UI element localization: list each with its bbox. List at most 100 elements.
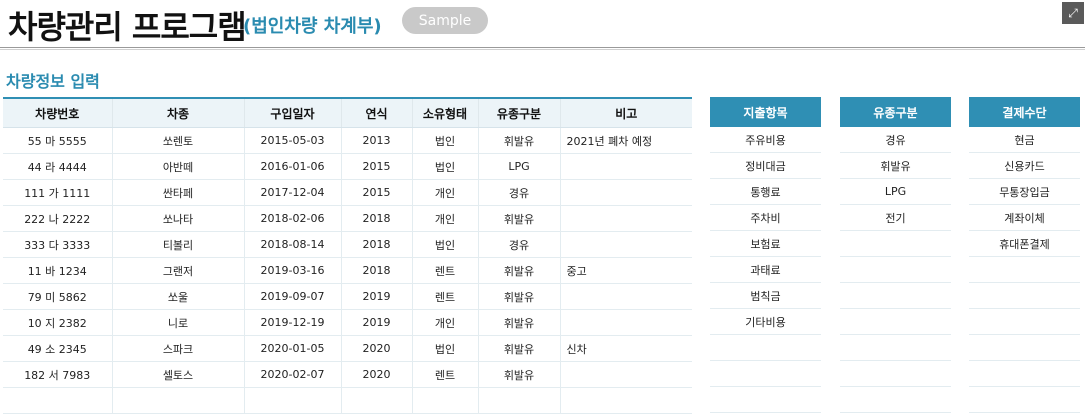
table-cell[interactable] xyxy=(111,387,244,414)
table-cell[interactable]: 2017-12-04 xyxy=(243,179,341,206)
table-cell[interactable]: 신차 xyxy=(559,335,692,362)
expense-item[interactable]: 보험료 xyxy=(710,230,821,257)
payment-method-item[interactable] xyxy=(969,308,1080,335)
table-cell[interactable]: 쏘렌토 xyxy=(111,127,244,154)
table-cell[interactable]: 그랜저 xyxy=(111,257,244,284)
table-cell[interactable]: 2020 xyxy=(340,361,412,388)
table-cell[interactable]: 2020-01-05 xyxy=(243,335,341,362)
table-cell[interactable]: 경유 xyxy=(477,179,560,206)
table-cell[interactable]: 2019-12-19 xyxy=(243,309,341,336)
payment-method-item[interactable]: 현금 xyxy=(969,127,1080,153)
table-cell[interactable]: 개인 xyxy=(411,179,478,206)
table-cell[interactable]: 2016-01-06 xyxy=(243,153,341,180)
table-cell[interactable]: 2015-05-03 xyxy=(243,127,341,154)
table-cell[interactable]: 법인 xyxy=(411,231,478,258)
table-cell[interactable]: 2019 xyxy=(340,309,412,336)
payment-method-item[interactable]: 휴대폰결제 xyxy=(969,230,1080,257)
expense-item[interactable]: 범칙금 xyxy=(710,282,821,309)
table-cell[interactable]: 111 가 1111 xyxy=(3,179,112,206)
table-cell[interactable] xyxy=(477,387,560,414)
table-cell[interactable]: 222 나 2222 xyxy=(3,205,112,232)
table-cell[interactable]: 2020 xyxy=(340,335,412,362)
table-cell[interactable]: 44 라 4444 xyxy=(3,153,112,180)
table-cell[interactable]: 2019-03-16 xyxy=(243,257,341,284)
payment-method-item[interactable]: 신용카드 xyxy=(969,152,1080,179)
table-cell[interactable] xyxy=(559,153,692,180)
table-cell[interactable] xyxy=(559,309,692,336)
table-cell[interactable]: 셀토스 xyxy=(111,361,244,388)
table-cell[interactable]: 2019 xyxy=(340,283,412,310)
table-cell[interactable] xyxy=(559,283,692,310)
table-cell[interactable] xyxy=(3,387,112,414)
fuel-type-item[interactable] xyxy=(840,256,951,283)
table-cell[interactable]: 2018-02-06 xyxy=(243,205,341,232)
table-cell[interactable]: 휘발유 xyxy=(477,361,560,388)
payment-method-item[interactable] xyxy=(969,334,1080,361)
expense-item[interactable] xyxy=(710,360,821,387)
table-cell[interactable]: 법인 xyxy=(411,153,478,180)
table-cell[interactable]: 티볼리 xyxy=(111,231,244,258)
table-cell[interactable]: 휘발유 xyxy=(477,257,560,284)
table-cell[interactable]: 중고 xyxy=(559,257,692,284)
fuel-type-item[interactable] xyxy=(840,360,951,387)
table-cell[interactable] xyxy=(559,387,692,414)
table-cell[interactable]: 싼타페 xyxy=(111,179,244,206)
table-cell[interactable]: 휘발유 xyxy=(477,309,560,336)
table-cell[interactable]: 휘발유 xyxy=(477,335,560,362)
fuel-type-item[interactable] xyxy=(840,308,951,335)
table-cell[interactable]: 렌트 xyxy=(411,361,478,388)
fuel-type-item[interactable] xyxy=(840,334,951,361)
table-cell[interactable]: LPG xyxy=(477,153,560,180)
fuel-type-item[interactable]: 전기 xyxy=(840,204,951,231)
table-cell[interactable]: 49 소 2345 xyxy=(3,335,112,362)
fuel-type-item[interactable] xyxy=(840,282,951,309)
sample-button[interactable]: Sample xyxy=(402,7,488,34)
fuel-type-item[interactable] xyxy=(840,230,951,257)
table-cell[interactable]: 아반떼 xyxy=(111,153,244,180)
table-cell[interactable]: 스파크 xyxy=(111,335,244,362)
table-cell[interactable]: 2013 xyxy=(340,127,412,154)
table-cell[interactable]: 개인 xyxy=(411,309,478,336)
table-cell[interactable] xyxy=(243,387,341,414)
expense-item[interactable]: 기타비용 xyxy=(710,308,821,335)
table-cell[interactable]: 2018 xyxy=(340,231,412,258)
payment-method-item[interactable]: 계좌이체 xyxy=(969,204,1080,231)
expense-item[interactable]: 정비대금 xyxy=(710,152,821,179)
expense-item[interactable] xyxy=(710,386,821,413)
expense-item[interactable]: 과태료 xyxy=(710,256,821,283)
table-cell[interactable]: 니로 xyxy=(111,309,244,336)
expense-item[interactable] xyxy=(710,334,821,361)
expense-item[interactable]: 주유비용 xyxy=(710,127,821,153)
table-cell[interactable]: 2020-02-07 xyxy=(243,361,341,388)
expense-item[interactable]: 통행료 xyxy=(710,178,821,205)
table-cell[interactable]: 10 지 2382 xyxy=(3,309,112,336)
table-cell[interactable]: 55 마 5555 xyxy=(3,127,112,154)
fuel-type-item[interactable]: LPG xyxy=(840,178,951,205)
table-cell[interactable]: 79 미 5862 xyxy=(3,283,112,310)
table-cell[interactable] xyxy=(340,387,412,414)
table-cell[interactable]: 렌트 xyxy=(411,257,478,284)
fuel-type-item[interactable]: 경유 xyxy=(840,127,951,153)
table-cell[interactable]: 2015 xyxy=(340,153,412,180)
fuel-type-item[interactable] xyxy=(840,386,951,413)
payment-method-item[interactable]: 무통장입금 xyxy=(969,178,1080,205)
expense-item[interactable]: 주차비 xyxy=(710,204,821,231)
payment-method-item[interactable] xyxy=(969,282,1080,309)
table-cell[interactable]: 333 다 3333 xyxy=(3,231,112,258)
table-cell[interactable] xyxy=(559,231,692,258)
table-cell[interactable] xyxy=(411,387,478,414)
table-cell[interactable]: 렌트 xyxy=(411,283,478,310)
table-cell[interactable]: 2021년 폐차 예정 xyxy=(559,127,692,154)
table-cell[interactable]: 휘발유 xyxy=(477,283,560,310)
table-cell[interactable] xyxy=(559,179,692,206)
table-cell[interactable]: 2018-08-14 xyxy=(243,231,341,258)
table-cell[interactable]: 법인 xyxy=(411,127,478,154)
table-cell[interactable]: 2019-09-07 xyxy=(243,283,341,310)
expand-icon[interactable]: ⤢ xyxy=(1062,2,1084,24)
fuel-type-item[interactable]: 휘발유 xyxy=(840,152,951,179)
table-cell[interactable]: 휘발유 xyxy=(477,127,560,154)
table-cell[interactable]: 쏘나타 xyxy=(111,205,244,232)
table-cell[interactable]: 휘발유 xyxy=(477,205,560,232)
table-cell[interactable]: 개인 xyxy=(411,205,478,232)
payment-method-item[interactable] xyxy=(969,386,1080,413)
